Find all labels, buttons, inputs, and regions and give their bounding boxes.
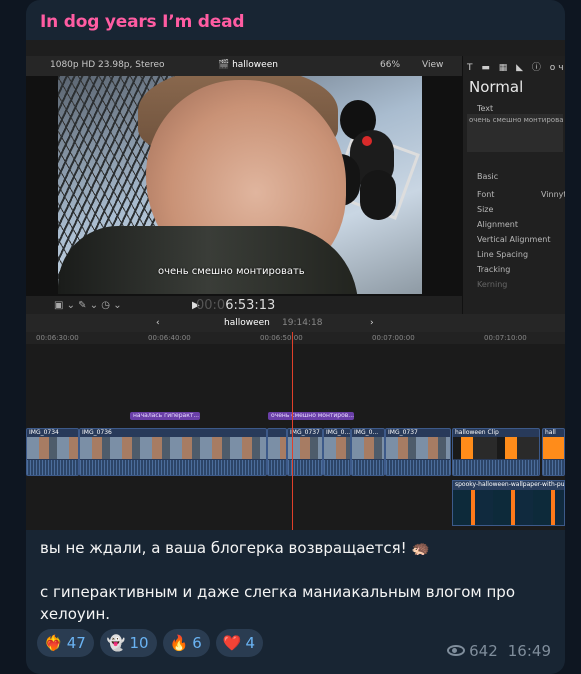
timeline-project: halloween — [224, 318, 270, 328]
video-clip: halloween Clip — [452, 428, 540, 476]
channel-title[interactable]: In dog years I’m dead — [40, 12, 245, 32]
message-card: In dog years I’m dead 1080p HD 23.98p, S… — [26, 0, 565, 674]
ruler-tick: 00:07:00:00 — [372, 334, 415, 342]
video-clip: IMG_0736 — [79, 428, 267, 476]
text-box: очень смешно монтировать — [467, 114, 563, 152]
spooky-clip: spooky-halloween-wallpaper-with-pum — [452, 480, 565, 526]
title-clip: началась гиперакт... — [130, 412, 200, 420]
message-line: с гиперактивным и даже слегка маниакальн… — [40, 583, 515, 623]
timecode: 00:06:53:13 — [196, 298, 276, 313]
reaction-heart[interactable]: ❤️ 4 — [215, 629, 264, 657]
font-label: Font — [477, 190, 495, 199]
video-clip: IMG_0737 — [385, 428, 451, 476]
ruler-tick: 00:06:30:00 — [36, 334, 79, 342]
vertical-alignment-label: Vertical Alignment — [477, 235, 551, 244]
transform-icon: ▣ ⌄ ✎ ⌄ ◷ ⌄ — [54, 300, 122, 311]
heart-icon: ❤️ — [222, 634, 242, 652]
format-label: 1080p HD 23.98p, Stereo — [50, 60, 165, 70]
ghost-icon: 👻 — [106, 634, 126, 652]
playhead[interactable] — [292, 332, 293, 530]
video-clip — [267, 428, 287, 476]
inspector-icons: T ▬ ▦ ◣ ⓘ очень — [467, 63, 565, 73]
line-spacing-label: Line Spacing — [477, 250, 529, 259]
viewer-header: 1080p HD 23.98p, Stereo 🎬 halloween 66% … — [26, 56, 462, 76]
project-title: 🎬 halloween — [218, 60, 278, 70]
timeline-ruler: 00:06:30:00 00:06:40:00 00:06:50:00 00:0… — [26, 332, 565, 344]
video-clip: IMG_0... — [351, 428, 385, 476]
basic-label: Basic — [477, 172, 499, 181]
message-meta: 642 16:49 — [447, 642, 551, 660]
video-subtitle: очень смешно монтировать — [158, 266, 305, 277]
message-text: вы не ждали, а ваша блогерка возвращаетс… — [40, 537, 555, 625]
reactions: ❤️‍🔥 47 👻 10 🔥 6 ❤️ 4 — [37, 629, 264, 657]
ruler-tick: 00:06:40:00 — [148, 334, 191, 342]
views: 642 — [447, 642, 498, 660]
video-clip: hall — [542, 428, 565, 476]
size-label: Size — [477, 205, 494, 214]
text-label: Text — [477, 104, 494, 113]
heart-fire-icon: ❤️‍🔥 — [44, 634, 63, 652]
fire-icon: 🔥 — [169, 634, 189, 652]
forward-icon: › — [370, 318, 374, 328]
video-viewer: очень смешно монтировать — [26, 76, 462, 296]
message-line: вы не ждали, а ваша блогерка возвращаетс… — [40, 539, 431, 557]
tracking-label: Tracking — [477, 265, 511, 274]
message-time: 16:49 — [507, 642, 551, 660]
inspector-title: Normal — [469, 78, 524, 96]
inspector-panel: T ▬ ▦ ◣ ⓘ очень Normal Text очень смешно… — [462, 56, 565, 336]
timeline-header: ‹ halloween 19:14:18 › — [26, 314, 565, 332]
video-clip: IMG_0734 — [26, 428, 79, 476]
screenshot-image[interactable]: 1080p HD 23.98p, Stereo 🎬 halloween 66% … — [26, 40, 565, 530]
video-clip: IMG_0... — [323, 428, 351, 476]
timeline-duration: 19:14:18 — [282, 318, 323, 328]
title-clip: очень смешно монтиров... — [268, 412, 354, 420]
font-value: Vinnyt — [541, 190, 565, 199]
view-menu: View — [422, 60, 444, 70]
ruler-tick: 00:07:10:00 — [484, 334, 527, 342]
video-frame: очень смешно монтировать — [58, 76, 422, 294]
ruler-tick: 00:06:50:00 — [260, 334, 303, 342]
eye-icon — [447, 645, 466, 656]
kerning-label: Kerning — [477, 280, 508, 289]
reaction-ghost[interactable]: 👻 10 — [99, 629, 157, 657]
reaction-heart-fire[interactable]: ❤️‍🔥 47 — [37, 629, 94, 657]
zoom-label: 66% — [380, 60, 401, 70]
back-icon: ‹ — [156, 318, 160, 328]
reaction-fire[interactable]: 🔥 6 — [162, 629, 210, 657]
alignment-label: Alignment — [477, 220, 518, 229]
